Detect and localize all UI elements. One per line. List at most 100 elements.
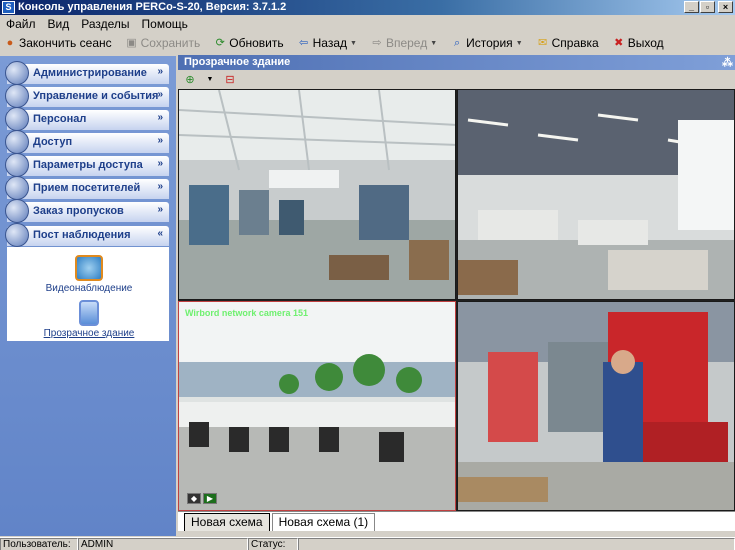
end-session-button[interactable]: ● Закончить сеанс [4,36,112,50]
status-bar: Пользователь: ADMIN Статус: [0,537,735,550]
add-icon[interactable]: ⊕ [182,73,198,87]
help-icon[interactable]: ⁂ [722,56,733,71]
menu-file[interactable]: Файл [6,17,36,31]
sidebar-item-label: Управление и события [33,90,159,102]
forward-arrow-icon: ⇨ [372,37,382,49]
play-icon[interactable]: ▶ [203,493,217,504]
exit-icon: ✖ [614,37,624,49]
sidebar-item-visitors[interactable]: Прием посетителей » [5,176,169,200]
app-icon: S [2,1,15,14]
camera-view-3[interactable]: Wirbord network camera 151 ◆ ▶ [178,301,456,511]
user-logout-icon: ● [6,37,14,49]
history-label: История [466,36,513,50]
history-button[interactable]: ⌕ История ▼ [451,36,523,50]
sidebar-item-label: Параметры доступа [33,159,143,171]
camera-image-office [179,302,455,510]
end-session-label: Закончить сеанс [19,36,112,50]
status-state-value [298,538,735,550]
surveillance-post-panel: Видеонаблюдение Прозрачное здание [7,247,169,341]
sections-sidebar: Администрирование » Управление и события… [0,56,176,536]
window-controls: _ ▫ × [684,1,733,13]
sidebar-item-label: Пост наблюдения [33,229,131,241]
camera-view-2[interactable] [457,89,735,300]
window-title: Консоль управления PERCo-S-20, Версия: 3… [18,1,287,13]
monitor-icon [5,84,29,108]
sidebar-item-surveillance-post[interactable]: Пост наблюдения « [5,223,169,247]
camera-view-1[interactable] [178,89,456,300]
save-label: Сохранить [140,36,201,50]
sidebar-item-personnel[interactable]: Персонал » [5,107,169,131]
status-user-value: ADMIN [78,538,248,550]
save-icon: ▣ [126,37,137,49]
status-state-label: Статус: [248,538,298,550]
dropdown-arrow-icon[interactable]: ▼ [350,40,357,47]
chevron-down-icon: » [157,66,163,77]
building-icon [79,300,99,326]
id-card-icon [5,199,29,223]
delete-icon[interactable]: ⊟ [222,73,238,87]
pie-chart-icon [5,153,29,177]
forward-label: Вперед [385,36,428,50]
chevron-up-icon: « [157,228,163,239]
dropdown-arrow-icon[interactable]: ▼ [202,73,218,87]
menu-help[interactable]: Помощь [142,17,188,31]
tab-scheme-1[interactable]: Новая схема [184,513,270,531]
help-button[interactable]: ✉ Справка [537,36,599,50]
tab-scheme-2[interactable]: Новая схема (1) [271,513,376,531]
forward-button[interactable]: ⇨ Вперед ▼ [371,36,437,50]
sidebar-item-access-parameters[interactable]: Параметры доступа » [5,153,169,177]
transparent-building-item[interactable]: Прозрачное здание [8,300,170,339]
title-bar: S Консоль управления PERCo-S-20, Версия:… [0,0,735,15]
close-button[interactable]: × [718,1,733,13]
sidebar-item-access[interactable]: Доступ » [5,130,169,154]
history-icon: ⌕ [454,37,461,49]
content-title-bar: Прозрачное здание ⁂ [178,55,735,70]
refresh-button[interactable]: ⟳ Обновить [214,36,284,50]
gear-icon [5,61,29,85]
chevron-down-icon: » [157,112,163,123]
chevron-down-icon: » [157,89,163,100]
refresh-icon: ⟳ [215,37,225,49]
lock-icon [5,130,29,154]
exit-label: Выход [627,36,664,50]
dropdown-arrow-icon[interactable]: ▼ [516,40,523,47]
menu-view[interactable]: Вид [48,17,70,31]
camera-image-workshop [179,90,455,299]
camera-view-4[interactable] [457,301,735,511]
camera-label: Wirbord network camera 151 [185,308,308,318]
sidebar-item-label: Заказ пропусков [33,205,124,217]
camera-icon [75,255,103,281]
video-surveillance-label: Видеонаблюдение [45,283,133,294]
status-user-label: Пользователь: [0,538,78,550]
sidebar-item-administration[interactable]: Администрирование » [5,61,169,85]
camera-grid: Wirbord network camera 151 ◆ ▶ [178,89,735,511]
sidebar-item-label: Администрирование [33,67,147,79]
maximize-button[interactable]: ▫ [700,1,715,13]
chevron-down-icon: » [157,158,163,169]
content-toolbar: ⊕ ▼ ⊟ [178,71,735,88]
menu-bar: Файл Вид Разделы Помощь [0,15,735,33]
sidebar-item-pass-orders[interactable]: Заказ пропусков » [5,199,169,223]
back-label: Назад [312,36,347,50]
main-toolbar: ● Закончить сеанс ▣ Сохранить ⟳ Обновить… [0,33,664,53]
chevron-down-icon: » [157,135,163,146]
video-surveillance-item[interactable]: Видеонаблюдение [8,255,170,294]
refresh-label: Обновить [229,36,284,50]
dropdown-arrow-icon[interactable]: ▼ [430,40,437,47]
help-book-icon: ✉ [538,37,548,49]
save-button[interactable]: ▣ Сохранить [126,36,201,50]
back-button[interactable]: ⇦ Назад ▼ [298,36,357,50]
help-label: Справка [551,36,599,50]
exit-button[interactable]: ✖ Выход [613,36,664,50]
visitor-search-icon [5,176,29,200]
people-icon [5,107,29,131]
sidebar-item-label: Прием посетителей [33,182,141,194]
camera-image-assembly-hall [458,90,734,299]
chevron-down-icon: » [157,204,163,215]
menu-sections[interactable]: Разделы [81,17,129,31]
content-title: Прозрачное здание [184,56,291,68]
prev-frame-icon[interactable]: ◆ [187,493,201,504]
sidebar-item-control-events[interactable]: Управление и события » [5,84,169,108]
minimize-button[interactable]: _ [684,1,699,13]
camera-controls: ◆ ▶ [187,493,217,504]
